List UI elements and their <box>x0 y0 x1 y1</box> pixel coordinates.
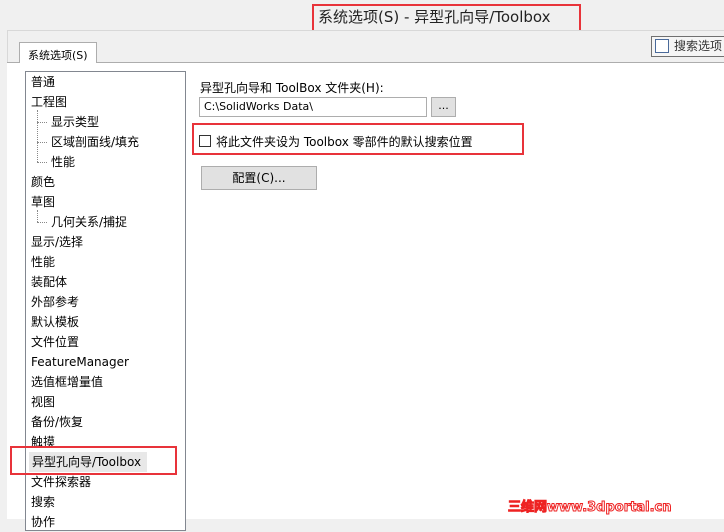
tree-item[interactable]: 协作 <box>31 512 55 532</box>
tree-item[interactable]: 默认模板 <box>31 312 79 332</box>
tree-item[interactable]: 工程图 <box>31 92 67 112</box>
tree-item[interactable]: 显示类型 <box>36 112 99 132</box>
tree-item[interactable]: 搜索 <box>31 492 55 512</box>
highlight-title <box>312 4 581 32</box>
folder-label: 异型孔向导和 ToolBox 文件夹(H): <box>200 81 384 95</box>
tree-item[interactable]: 性能 <box>36 152 75 172</box>
tree-item[interactable]: 备份/恢复 <box>31 412 83 432</box>
tree-connector <box>37 210 38 222</box>
tree-item[interactable]: 草图 <box>31 192 55 212</box>
tree-item[interactable]: 选值框增量值 <box>31 372 103 392</box>
watermark: 三维网www.3dportal.cn <box>507 500 672 516</box>
tree-item[interactable]: 装配体 <box>31 272 67 292</box>
tree-item[interactable]: 文件探索器 <box>31 472 91 492</box>
browse-button[interactable]: ... <box>431 97 456 117</box>
tree-item[interactable]: 外部参考 <box>31 292 79 312</box>
highlight-selected-item <box>10 446 177 475</box>
tree-item[interactable]: 文件位置 <box>31 332 79 352</box>
tree-item[interactable]: 性能 <box>31 252 55 272</box>
tree-item[interactable]: 区域剖面线/填充 <box>36 132 139 152</box>
highlight-checkbox <box>192 123 524 155</box>
tab-system-options[interactable]: 系统选项(S) <box>19 42 97 63</box>
configure-button[interactable]: 配置(C)... <box>201 166 317 190</box>
tree-item[interactable]: 普通 <box>31 72 55 92</box>
folder-path-input[interactable]: C:\SolidWorks Data\ <box>199 97 427 117</box>
tree-item[interactable]: 颜色 <box>31 172 55 192</box>
search-list-icon <box>655 39 669 53</box>
tree-item[interactable]: FeatureManager <box>31 352 129 372</box>
tree-item[interactable]: 显示/选择 <box>31 232 83 252</box>
tree-connector <box>37 110 38 162</box>
tree-item[interactable]: 几何关系/捕捉 <box>36 212 127 232</box>
tree-item[interactable]: 视图 <box>31 392 55 412</box>
